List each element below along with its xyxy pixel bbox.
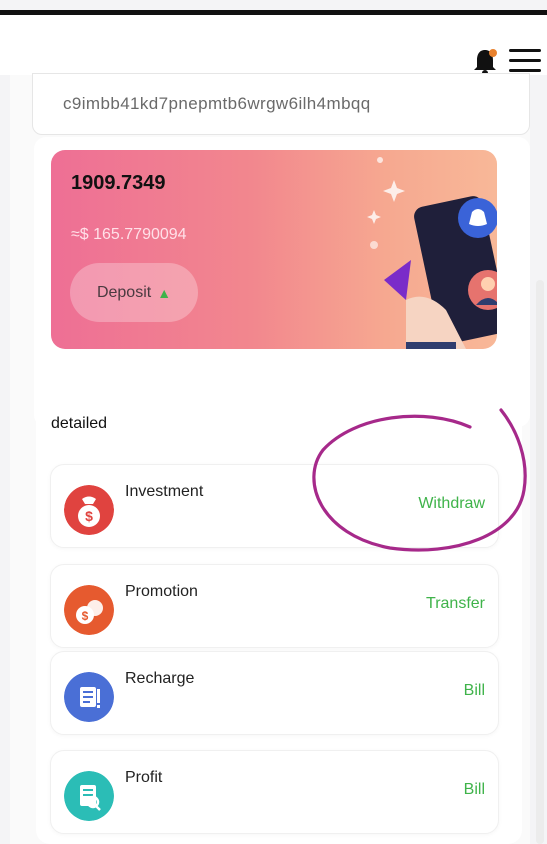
transfer-link[interactable]: Transfer bbox=[426, 595, 485, 613]
arrow-up-icon: ▲ bbox=[157, 284, 172, 301]
scrollbar[interactable] bbox=[536, 280, 544, 844]
detailed-title: detailed bbox=[51, 415, 108, 432]
hamburger-menu-icon[interactable] bbox=[509, 49, 541, 75]
money-bags-icon: $ bbox=[64, 585, 114, 635]
svg-text:$: $ bbox=[85, 508, 93, 524]
phone-illustration bbox=[367, 157, 497, 349]
balance-card: 1909.7349 ≈$ 165.7790094 Deposit ▲ bbox=[51, 150, 497, 349]
recharge-bill-link[interactable]: Bill bbox=[464, 682, 485, 700]
balance-usd: ≈$ 165.7790094 bbox=[71, 226, 187, 243]
hand-drawn-circle-annotation bbox=[312, 408, 527, 552]
list-item-profit[interactable]: Profit Bill bbox=[50, 750, 499, 834]
svg-text:$: $ bbox=[82, 609, 89, 623]
document-icon bbox=[64, 672, 114, 722]
address-card: c9imbb41kd7pnepmtb6wrgw6ilh4mbqq bbox=[32, 73, 530, 135]
money-bag-icon: $ bbox=[64, 485, 114, 535]
document-search-icon bbox=[64, 771, 114, 821]
deposit-label: Deposit bbox=[96, 283, 152, 301]
profit-bill-link[interactable]: Bill bbox=[464, 781, 485, 799]
app-header bbox=[0, 15, 547, 76]
balance-amount: 1909.7349 bbox=[71, 172, 166, 194]
promotion-label: Promotion bbox=[125, 583, 198, 600]
list-item-promotion[interactable]: $ Promotion Transfer bbox=[50, 564, 499, 648]
list-item-recharge[interactable]: Recharge Bill bbox=[50, 651, 499, 735]
recharge-label: Recharge bbox=[125, 670, 195, 687]
profit-label: Profit bbox=[125, 769, 163, 786]
investment-label: Investment bbox=[125, 483, 204, 500]
deposit-button[interactable]: Deposit ▲ bbox=[70, 263, 198, 322]
wallet-address[interactable]: c9imbb41kd7pnepmtb6wrgw6ilh4mbqq bbox=[63, 94, 371, 114]
